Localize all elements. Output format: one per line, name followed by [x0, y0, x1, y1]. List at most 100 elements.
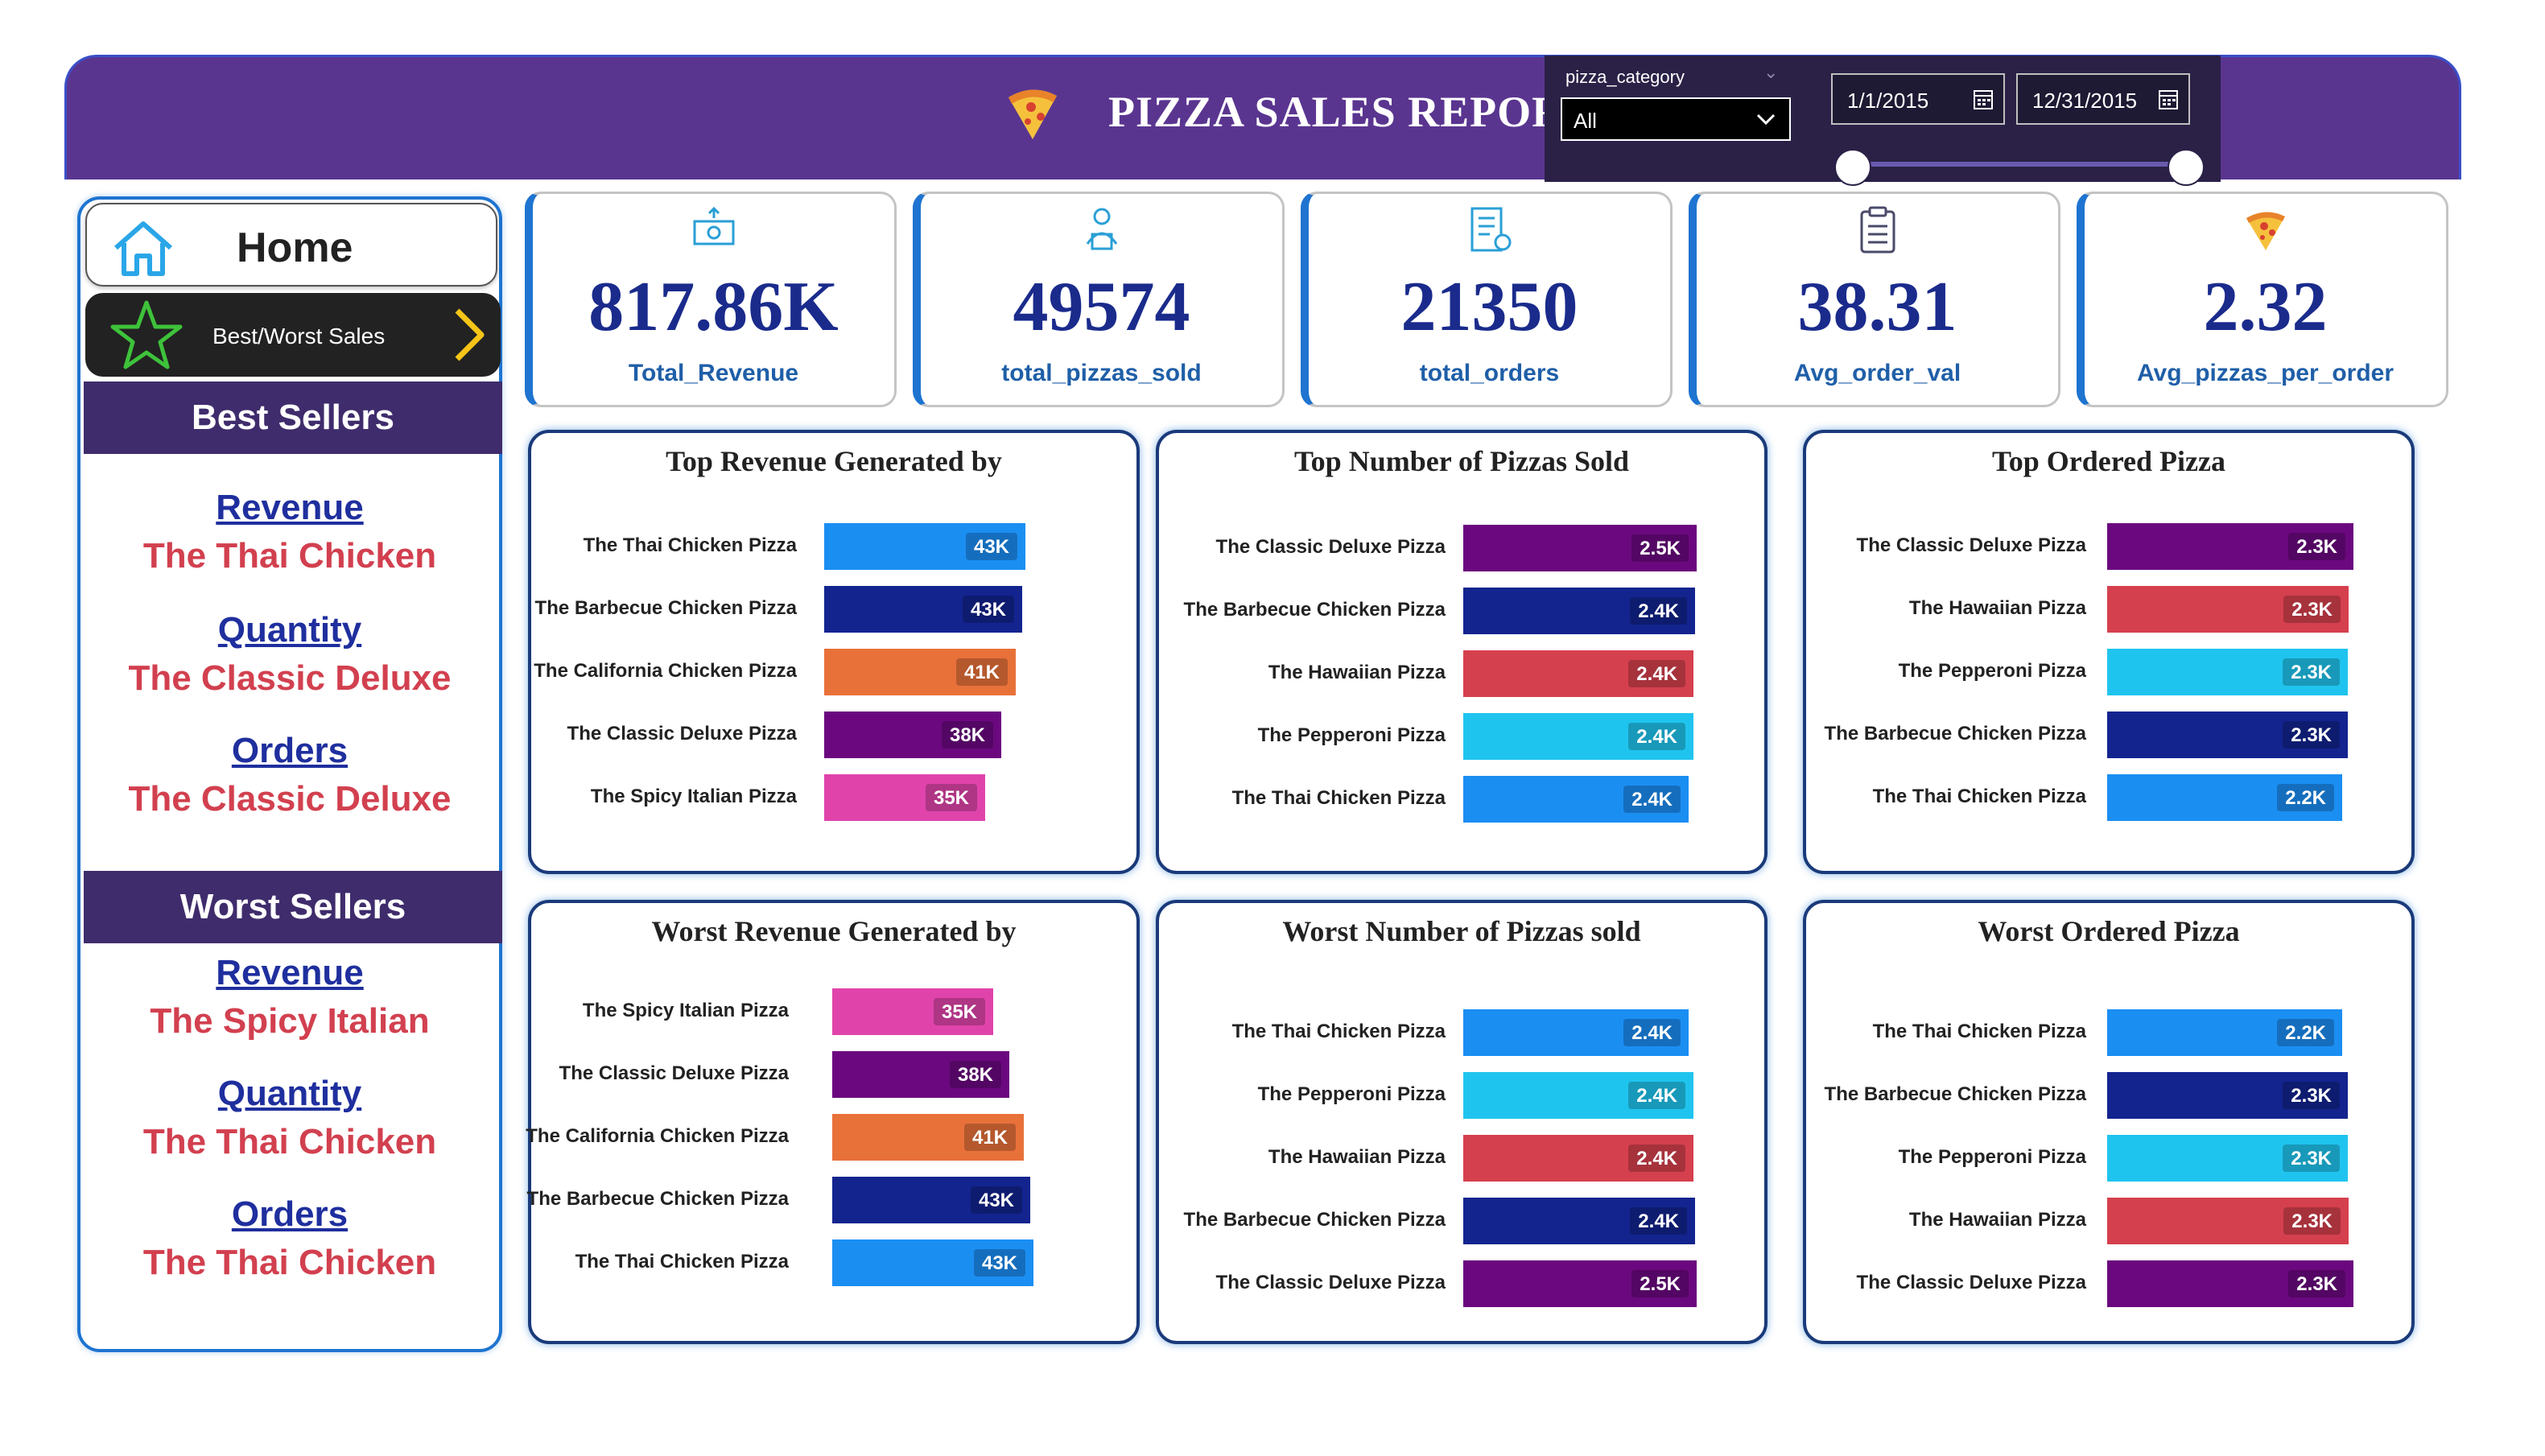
bar[interactable]: 2.3K — [2107, 649, 2348, 695]
bar[interactable]: 43K — [832, 1177, 1030, 1223]
bar-row[interactable]: The Barbecue Chicken Pizza 43K — [531, 586, 1136, 633]
chart-top-revenue: Top Revenue Generated by The Thai Chicke… — [528, 430, 1140, 874]
bar-row[interactable]: The Thai Chicken Pizza 43K — [531, 1239, 1136, 1286]
best-revenue-link[interactable]: Revenue — [80, 488, 499, 528]
calendar-icon[interactable] — [1973, 88, 1994, 110]
category-dropdown[interactable]: All — [1561, 97, 1791, 141]
bar-category-label: The Barbecue Chicken Pizza — [1183, 599, 1446, 621]
worst-quantity-link[interactable]: Quantity — [80, 1074, 499, 1114]
bar-row[interactable]: The Barbecue Chicken Pizza 2.3K — [1806, 712, 2411, 758]
bar-category-label: The Pepperoni Pizza — [1898, 1146, 2086, 1168]
bar-row[interactable]: The Spicy Italian Pizza 35K — [531, 988, 1136, 1035]
bar-row[interactable]: The Barbecue Chicken Pizza 2.3K — [1806, 1072, 2411, 1119]
dropdown-value: All — [1574, 109, 1597, 133]
best-worst-sales-button[interactable]: Best/Worst Sales — [85, 293, 501, 377]
bar[interactable]: 41K — [824, 649, 1016, 695]
slider-end-handle[interactable] — [2168, 149, 2205, 186]
bar[interactable]: 2.4K — [1463, 1009, 1689, 1056]
bar-row[interactable]: The Classic Deluxe Pizza 2.3K — [1806, 1260, 2411, 1307]
chevron-right-icon — [455, 308, 485, 361]
calendar-icon[interactable] — [2158, 88, 2179, 110]
bar[interactable]: 2.5K — [1463, 525, 1697, 571]
bar-row[interactable]: The Hawaiian Pizza 2.4K — [1159, 1135, 1764, 1182]
bar[interactable]: 35K — [832, 988, 993, 1035]
bar-row[interactable]: The California Chicken Pizza 41K — [531, 649, 1136, 695]
kpi-label: total_orders — [1419, 360, 1560, 386]
bar-row[interactable]: The Barbecue Chicken Pizza 2.4K — [1159, 1198, 1764, 1244]
bar[interactable]: 2.3K — [2107, 712, 2348, 758]
bar-row[interactable]: The Hawaiian Pizza 2.4K — [1159, 650, 1764, 697]
bar-row[interactable]: The Pepperoni Pizza 2.3K — [1806, 1135, 2411, 1182]
bar-row[interactable]: The Thai Chicken Pizza 2.2K — [1806, 774, 2411, 821]
bar[interactable]: 2.4K — [1463, 650, 1693, 697]
bar[interactable]: 38K — [832, 1051, 1009, 1098]
bar[interactable]: 2.5K — [1463, 1260, 1697, 1307]
bar-row[interactable]: The Thai Chicken Pizza 43K — [531, 523, 1136, 570]
bar-row[interactable]: The Hawaiian Pizza 2.3K — [1806, 586, 2411, 633]
bar[interactable]: 35K — [824, 774, 985, 821]
bar-row[interactable]: The Barbecue Chicken Pizza 2.4K — [1159, 588, 1764, 634]
filter-label: pizza_category — [1565, 67, 1685, 87]
bar[interactable]: 2.3K — [2107, 1135, 2348, 1182]
bar-row[interactable]: The Barbecue Chicken Pizza 43K — [527, 1177, 1136, 1223]
worst-orders-link[interactable]: Orders — [80, 1194, 499, 1235]
bar[interactable]: 2.4K — [1463, 776, 1689, 823]
start-date-value: 1/1/2015 — [1847, 89, 1929, 113]
bar-row[interactable]: The Classic Deluxe Pizza 2.3K — [1806, 523, 2411, 570]
bar-value-label: 2.3K — [2288, 1270, 2345, 1297]
bar-category-label: The Classic Deluxe Pizza — [1215, 1272, 1446, 1293]
bar-value-label: 2.2K — [2277, 1019, 2334, 1046]
bar[interactable]: 2.3K — [2107, 523, 2353, 570]
bar-row[interactable]: The Hawaiian Pizza 2.3K — [1806, 1198, 2411, 1244]
bar[interactable]: 43K — [824, 586, 1022, 633]
slider-start-handle[interactable] — [1834, 149, 1871, 186]
bar-value-label: 2.3K — [2288, 533, 2345, 560]
bar-row[interactable]: The Classic Deluxe Pizza 2.5K — [1159, 525, 1764, 571]
worst-quantity-name: The Thai Chicken — [142, 1122, 437, 1161]
bar[interactable]: 41K — [832, 1114, 1024, 1161]
bar[interactable]: 2.2K — [2107, 1009, 2342, 1056]
pizza-icon — [1009, 89, 1057, 139]
bar-value-label: 2.3K — [2283, 1207, 2341, 1235]
bar[interactable]: 2.4K — [1463, 1198, 1695, 1244]
bar[interactable]: 2.4K — [1463, 1072, 1693, 1119]
bar-row[interactable]: The Pepperoni Pizza 2.4K — [1159, 713, 1764, 760]
bar-row[interactable]: The Classic Deluxe Pizza 38K — [531, 1051, 1136, 1098]
bar[interactable]: 2.4K — [1463, 713, 1693, 760]
bar-row[interactable]: The Spicy Italian Pizza 35K — [531, 774, 1136, 821]
start-date-input[interactable]: 1/1/2015 — [1831, 73, 2005, 125]
bar-row[interactable]: The Pepperoni Pizza 2.4K — [1159, 1072, 1764, 1119]
bar[interactable]: 2.3K — [2107, 1198, 2349, 1244]
bar[interactable]: 2.2K — [2107, 774, 2342, 821]
bar[interactable]: 2.3K — [2107, 1072, 2348, 1119]
bar-row[interactable]: The Classic Deluxe Pizza 2.5K — [1159, 1260, 1764, 1307]
bar[interactable]: 2.4K — [1463, 588, 1695, 634]
bar-row[interactable]: The California Chicken Pizza 41K — [526, 1114, 1136, 1161]
bar[interactable]: 43K — [824, 523, 1025, 570]
bar-category-label: The Barbecue Chicken Pizza — [534, 597, 797, 619]
bar[interactable]: 2.3K — [2107, 586, 2349, 633]
pizza-icon — [2246, 212, 2285, 250]
bar-value-label: 2.3K — [2283, 1082, 2340, 1109]
bar-row[interactable]: The Thai Chicken Pizza 2.4K — [1159, 1009, 1764, 1056]
best-orders-link[interactable]: Orders — [80, 731, 499, 771]
bar-row[interactable]: The Classic Deluxe Pizza 38K — [531, 712, 1136, 758]
bar[interactable]: 2.3K — [2107, 1260, 2353, 1307]
worst-revenue-link[interactable]: Revenue — [80, 953, 499, 993]
kpi-value: 49574 — [1013, 268, 1190, 346]
date-range-slider[interactable] — [1855, 162, 2185, 167]
bar[interactable]: 38K — [824, 712, 1001, 758]
bar-row[interactable]: The Pepperoni Pizza 2.3K — [1806, 649, 2411, 695]
home-button[interactable]: Home — [85, 203, 497, 287]
bar-row[interactable]: The Thai Chicken Pizza 2.2K — [1806, 1009, 2411, 1056]
bar[interactable]: 2.4K — [1463, 1135, 1693, 1182]
chevron-down-icon[interactable]: ⌄ — [1763, 62, 1778, 83]
bar-category-label: The Classic Deluxe Pizza — [1215, 536, 1446, 558]
bar-row[interactable]: The Thai Chicken Pizza 2.4K — [1159, 776, 1764, 823]
bar[interactable]: 43K — [832, 1239, 1033, 1286]
end-date-input[interactable]: 12/31/2015 — [2016, 73, 2190, 125]
bar-category-label: The Pepperoni Pizza — [1257, 724, 1446, 746]
star-icon — [110, 300, 183, 369]
best-quantity-link[interactable]: Quantity — [80, 610, 499, 650]
bar-value-label: 2.4K — [1630, 597, 1687, 625]
